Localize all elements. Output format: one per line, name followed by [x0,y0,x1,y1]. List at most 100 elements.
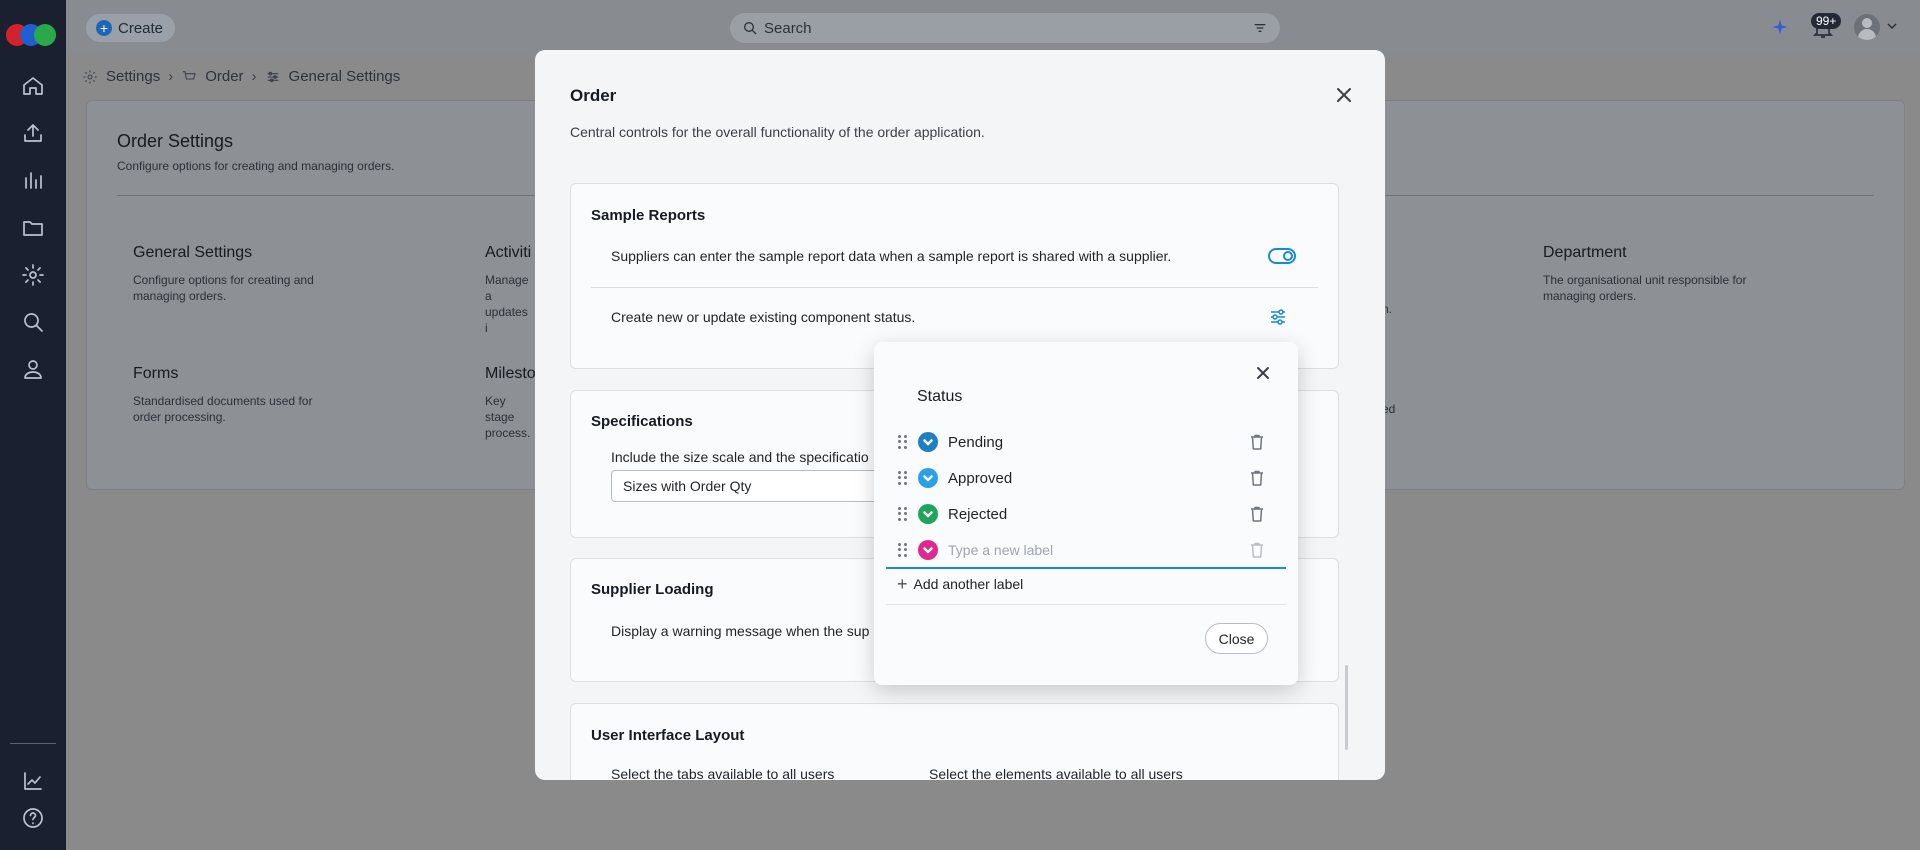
chevron-down-icon [923,547,933,554]
section-title: Sample Reports [591,207,706,224]
avatar[interactable] [1854,14,1880,40]
gear-icon[interactable] [20,262,46,288]
drag-handle-icon[interactable] [898,543,908,557]
tile-forms[interactable]: Forms Standardised documents used for or… [133,365,373,425]
folder-icon[interactable] [20,215,46,241]
status-color-picker[interactable] [918,468,938,488]
filter-icon[interactable] [1252,20,1268,36]
status-color-picker[interactable] [918,540,938,560]
add-label-text: Add another label [913,576,1024,592]
search-bar[interactable]: Search [730,13,1280,43]
section-title: Supplier Loading [591,581,714,598]
plus-icon: + [897,574,908,594]
chevron-right-icon: › [251,68,257,85]
setting-label: Select the tabs available to all users [611,766,835,780]
analytics-icon[interactable] [20,768,46,794]
plus-icon: + [96,20,112,36]
page-subtitle: Configure options for creating and manag… [117,159,395,173]
app-logo[interactable] [6,24,60,46]
status-row: Rejected [898,500,1272,528]
setting-label: Create new or update existing component … [611,309,916,325]
search-icon[interactable] [20,309,46,335]
sidebar-divider [10,743,56,744]
gear-icon [83,69,97,84]
breadcrumb-general-settings: General Settings [288,68,401,85]
bar-chart-icon[interactable] [20,167,46,193]
page-title: Order Settings [117,131,234,151]
status-label[interactable]: Rejected [948,506,1248,523]
tile-title: Forms [133,365,179,382]
tile-general-settings[interactable]: General Settings Configure options for c… [133,244,373,304]
trash-icon[interactable] [1248,541,1266,559]
chevron-right-icon: › [168,68,174,85]
home-icon[interactable] [20,73,46,99]
tile-title: General Settings [133,244,253,261]
section-ui-layout: User Interface Layout Select the tabs av… [570,703,1339,780]
user-icon[interactable] [20,356,46,382]
sample-report-toggle[interactable] [1268,248,1296,264]
sidebar [0,0,66,850]
setting-label: Select the elements available to all use… [929,766,1183,780]
breadcrumb-order[interactable]: Order [205,68,243,85]
chevron-down-icon [923,511,933,518]
tile-desc: Standardised documents used for order pr… [133,394,313,424]
status-color-picker[interactable] [918,504,938,524]
status-color-picker[interactable] [918,432,938,452]
status-label[interactable]: Approved [948,470,1248,487]
setting-label: Display a warning message when the sup [611,623,870,639]
drag-handle-icon[interactable] [898,507,908,521]
tile-desc-fragment: ed [1382,391,1422,417]
setting-label: Suppliers can enter the sample report da… [611,248,1172,264]
cart-icon [183,70,196,83]
setting-label: Include the size scale and the specifica… [611,449,869,465]
help-icon[interactable] [20,805,46,831]
search-placeholder: Search [764,19,812,37]
chevron-down-icon [923,475,933,482]
popover-title: Status [917,388,963,405]
breadcrumb-settings[interactable]: Settings [106,68,160,85]
chevron-down-icon[interactable] [1886,20,1898,32]
sliders-icon [267,71,278,82]
trash-icon[interactable] [1248,469,1266,487]
chevron-down-icon [923,439,933,446]
status-label[interactable]: Pending [948,434,1248,451]
breadcrumb: Settings › Order › General Settings [82,68,400,85]
trash-icon[interactable] [1248,433,1266,451]
trash-icon[interactable] [1248,505,1266,523]
new-label-input[interactable] [948,542,1248,558]
notification-badge: 99+ [1811,13,1842,29]
tile-title: Department [1543,244,1627,261]
drag-handle-icon[interactable] [898,435,908,449]
create-button-label: Create [118,19,164,37]
drag-handle-icon[interactable] [898,471,908,485]
status-popover: Status Pending Approved Rejected Type a … [874,342,1298,685]
modal-title: Order [570,86,617,105]
input-focus-underline [886,567,1286,569]
search-icon [744,22,757,35]
tile-desc: Key stage process. [485,394,531,440]
add-another-label-button[interactable]: + Add another label [897,574,1024,594]
close-button[interactable]: Close [1205,623,1268,654]
sparkle-icon[interactable] [1770,17,1790,37]
tile-desc-fragment: n. [1382,291,1422,317]
modal-description: Central controls for the overall functio… [570,124,985,140]
tile-desc: Configure options for creating and manag… [133,273,314,303]
tile-desc: The organisational unit responsible for … [1543,273,1747,303]
close-icon[interactable] [1255,365,1271,381]
divider [591,287,1318,288]
section-title: User Interface Layout [591,727,745,744]
tile-desc: Manage a updates i [485,273,529,335]
sliders-icon[interactable] [1268,307,1288,327]
size-scale-select[interactable]: Sizes with Order Qty [611,470,911,502]
new-status-row [898,536,1272,564]
section-title: Specifications [591,413,693,430]
status-row: Approved [898,464,1272,492]
status-row: Pending [898,428,1272,456]
close-icon[interactable] [1333,84,1355,106]
modal-scrollbar[interactable] [1345,665,1348,750]
tile-desc: ed [1382,402,1396,416]
tile-department[interactable]: Department The organisational unit respo… [1543,244,1783,304]
divider [886,604,1286,605]
create-button[interactable]: + Create [86,14,176,42]
upload-icon[interactable] [20,120,46,146]
